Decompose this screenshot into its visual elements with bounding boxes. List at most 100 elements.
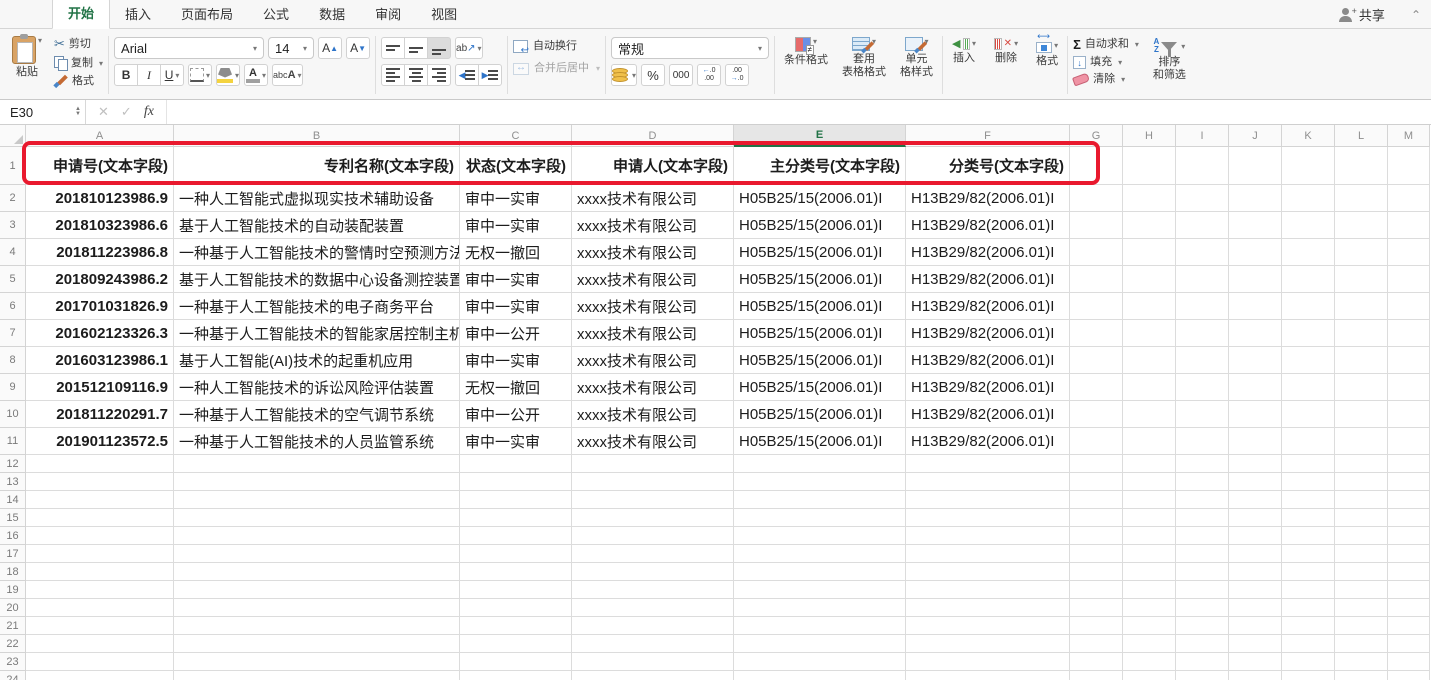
cell[interactable]: 基于人工智能技术的数据中心设备测控装置 xyxy=(174,266,460,293)
cell[interactable] xyxy=(734,653,906,671)
row-header-16[interactable]: 16 xyxy=(0,527,26,545)
cell[interactable]: H13B29/82(2006.01)I xyxy=(906,212,1070,239)
cell[interactable] xyxy=(1176,212,1229,239)
cell[interactable] xyxy=(1335,473,1388,491)
row-header-11[interactable]: 11 xyxy=(0,428,26,455)
cell[interactable] xyxy=(1070,320,1123,347)
cell[interactable]: H05B25/15(2006.01)I xyxy=(734,347,906,374)
cell[interactable]: 审中一实审 xyxy=(460,212,572,239)
cell[interactable] xyxy=(1229,266,1282,293)
cell[interactable] xyxy=(572,617,734,635)
cell[interactable] xyxy=(1335,428,1388,455)
cell[interactable] xyxy=(1070,239,1123,266)
cell[interactable] xyxy=(1176,185,1229,212)
cell[interactable] xyxy=(1176,491,1229,509)
cell[interactable] xyxy=(174,455,460,473)
cell[interactable] xyxy=(1282,347,1335,374)
cell[interactable] xyxy=(26,455,174,473)
cell[interactable]: H05B25/15(2006.01)I xyxy=(734,266,906,293)
column-header-J[interactable]: J xyxy=(1229,125,1282,147)
cell[interactable] xyxy=(1282,185,1335,212)
cell[interactable] xyxy=(1388,147,1430,185)
cell[interactable] xyxy=(906,563,1070,581)
cell[interactable] xyxy=(1335,239,1388,266)
cell[interactable] xyxy=(572,455,734,473)
cell[interactable] xyxy=(1388,401,1430,428)
cell[interactable] xyxy=(1388,635,1430,653)
cell[interactable] xyxy=(572,545,734,563)
cell[interactable] xyxy=(1388,212,1430,239)
fill-button[interactable]: ↓ 填充▾ xyxy=(1073,56,1139,69)
cell[interactable] xyxy=(1282,266,1335,293)
cell[interactable]: H13B29/82(2006.01)I xyxy=(906,347,1070,374)
cell[interactable] xyxy=(734,545,906,563)
cell[interactable]: 201602123326.3 xyxy=(26,320,174,347)
cell[interactable] xyxy=(1282,545,1335,563)
cell[interactable]: H05B25/15(2006.01)I xyxy=(734,239,906,266)
row-header-23[interactable]: 23 xyxy=(0,653,26,671)
decrease-decimal-button[interactable]: .00→.0 xyxy=(725,64,749,86)
cell[interactable] xyxy=(1335,374,1388,401)
cell[interactable] xyxy=(174,509,460,527)
cell[interactable] xyxy=(1123,581,1176,599)
cell[interactable] xyxy=(26,617,174,635)
cell[interactable] xyxy=(1388,455,1430,473)
align-bottom-button[interactable] xyxy=(427,37,451,59)
font-color-button[interactable]: A▾ xyxy=(244,64,268,86)
cell[interactable]: H13B29/82(2006.01)I xyxy=(906,428,1070,455)
cell[interactable]: 无权一撤回 xyxy=(460,239,572,266)
cell[interactable] xyxy=(1070,653,1123,671)
cell[interactable] xyxy=(1282,147,1335,185)
cell[interactable] xyxy=(1335,401,1388,428)
cell[interactable]: xxxx技术有限公司 xyxy=(572,401,734,428)
cell[interactable] xyxy=(734,527,906,545)
cell[interactable] xyxy=(1335,581,1388,599)
cell[interactable] xyxy=(1335,635,1388,653)
cell[interactable] xyxy=(572,653,734,671)
cell[interactable] xyxy=(1229,527,1282,545)
cell[interactable] xyxy=(1176,563,1229,581)
cell[interactable] xyxy=(460,617,572,635)
cell[interactable] xyxy=(1070,527,1123,545)
formula-input[interactable] xyxy=(167,100,1431,124)
cell[interactable] xyxy=(26,545,174,563)
row-header-19[interactable]: 19 xyxy=(0,581,26,599)
cell[interactable] xyxy=(734,455,906,473)
row-header-7[interactable]: 7 xyxy=(0,320,26,347)
cell[interactable] xyxy=(1335,653,1388,671)
share-button[interactable]: + 共享 xyxy=(1339,5,1385,24)
cell[interactable] xyxy=(1229,599,1282,617)
cell[interactable] xyxy=(1070,455,1123,473)
cell[interactable] xyxy=(1282,635,1335,653)
column-header-B[interactable]: B xyxy=(174,125,460,147)
cell[interactable]: 201810123986.9 xyxy=(26,185,174,212)
cell[interactable] xyxy=(1070,185,1123,212)
cell[interactable] xyxy=(1070,581,1123,599)
cell[interactable] xyxy=(1176,509,1229,527)
cell[interactable] xyxy=(1123,347,1176,374)
cell[interactable] xyxy=(1282,509,1335,527)
cell[interactable]: 一种基于人工智能技术的电子商务平台 xyxy=(174,293,460,320)
cell[interactable]: 无权一撤回 xyxy=(460,374,572,401)
percent-format-button[interactable]: % xyxy=(641,64,665,86)
cell[interactable] xyxy=(734,617,906,635)
cell[interactable]: H13B29/82(2006.01)I xyxy=(906,293,1070,320)
cell[interactable]: 一种基于人工智能技术的空气调节系统 xyxy=(174,401,460,428)
cell[interactable]: H13B29/82(2006.01)I xyxy=(906,239,1070,266)
cell[interactable] xyxy=(1176,653,1229,671)
cell[interactable] xyxy=(1070,374,1123,401)
cell[interactable] xyxy=(1229,581,1282,599)
cell[interactable] xyxy=(1176,293,1229,320)
cell[interactable] xyxy=(460,653,572,671)
fill-color-button[interactable]: ▾ xyxy=(216,64,240,86)
row-header-14[interactable]: 14 xyxy=(0,491,26,509)
tab-insert[interactable]: 插入 xyxy=(110,0,166,29)
cell[interactable] xyxy=(26,527,174,545)
cell[interactable] xyxy=(906,545,1070,563)
cell[interactable] xyxy=(26,473,174,491)
cell[interactable] xyxy=(1176,428,1229,455)
orientation-button[interactable]: ab↗▾ xyxy=(455,37,483,59)
collapse-ribbon-icon[interactable]: ⌃ xyxy=(1411,8,1421,22)
cell[interactable]: 审中一实审 xyxy=(460,266,572,293)
cell[interactable] xyxy=(906,509,1070,527)
